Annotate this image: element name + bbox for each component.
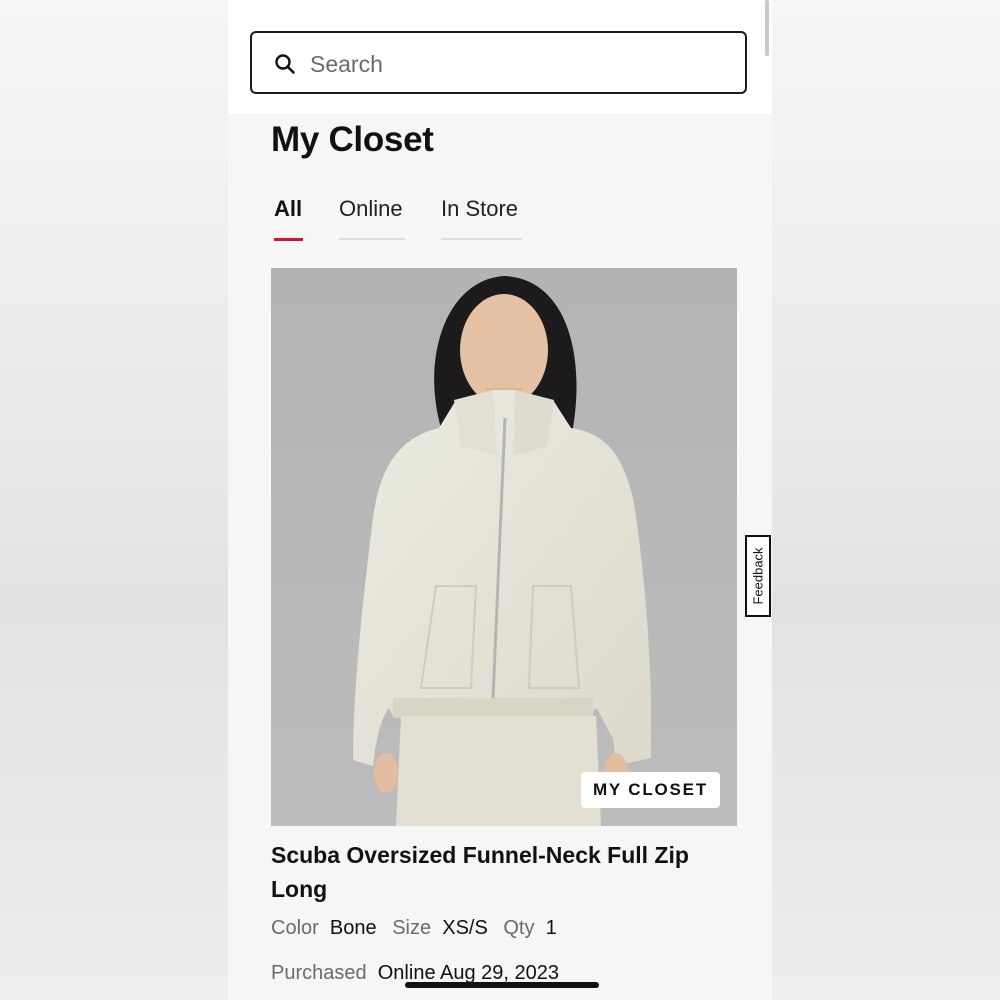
tab-underline <box>441 238 522 240</box>
page-title: My Closet <box>271 120 434 159</box>
color-label: Color <box>271 917 319 939</box>
scrollbar[interactable] <box>765 0 769 56</box>
tab-online[interactable]: Online <box>339 192 405 242</box>
tab-label: All <box>274 196 303 221</box>
product-image[interactable]: MY CLOSET <box>271 268 737 826</box>
product-name[interactable]: Scuba Oversized Funnel-Neck Full Zip Lon… <box>271 838 731 906</box>
qty-value: 1 <box>545 917 557 939</box>
background-right <box>772 0 1000 1000</box>
tab-active-indicator <box>274 238 303 241</box>
search-input[interactable] <box>308 47 732 81</box>
feedback-label: Feedback <box>750 547 766 605</box>
tab-label: In Store <box>441 196 519 221</box>
product-photo <box>271 268 737 826</box>
search-bar[interactable] <box>250 31 747 94</box>
feedback-tab[interactable]: Feedback <box>745 535 771 617</box>
qty-label: Qty <box>503 917 535 939</box>
home-indicator[interactable] <box>405 982 599 988</box>
tab-label: Online <box>339 196 403 221</box>
tab-underline <box>339 238 405 240</box>
size-value: XS/S <box>442 917 488 939</box>
tab-all[interactable]: All <box>274 192 303 242</box>
product-attributes: Color Bone Size XS/S Qty 1 <box>271 917 567 940</box>
purchased-label: Purchased <box>271 962 367 984</box>
color-value: Bone <box>329 917 377 939</box>
search-icon <box>275 54 295 74</box>
app-screen: My Closet All Online In Store <box>228 0 772 1000</box>
purchased-value: Online Aug 29, 2023 <box>377 962 560 984</box>
header <box>228 0 772 114</box>
background-left <box>0 0 228 1000</box>
my-closet-badge: MY CLOSET <box>580 772 720 808</box>
tab-in-store[interactable]: In Store <box>441 192 522 242</box>
size-label: Size <box>392 917 432 939</box>
